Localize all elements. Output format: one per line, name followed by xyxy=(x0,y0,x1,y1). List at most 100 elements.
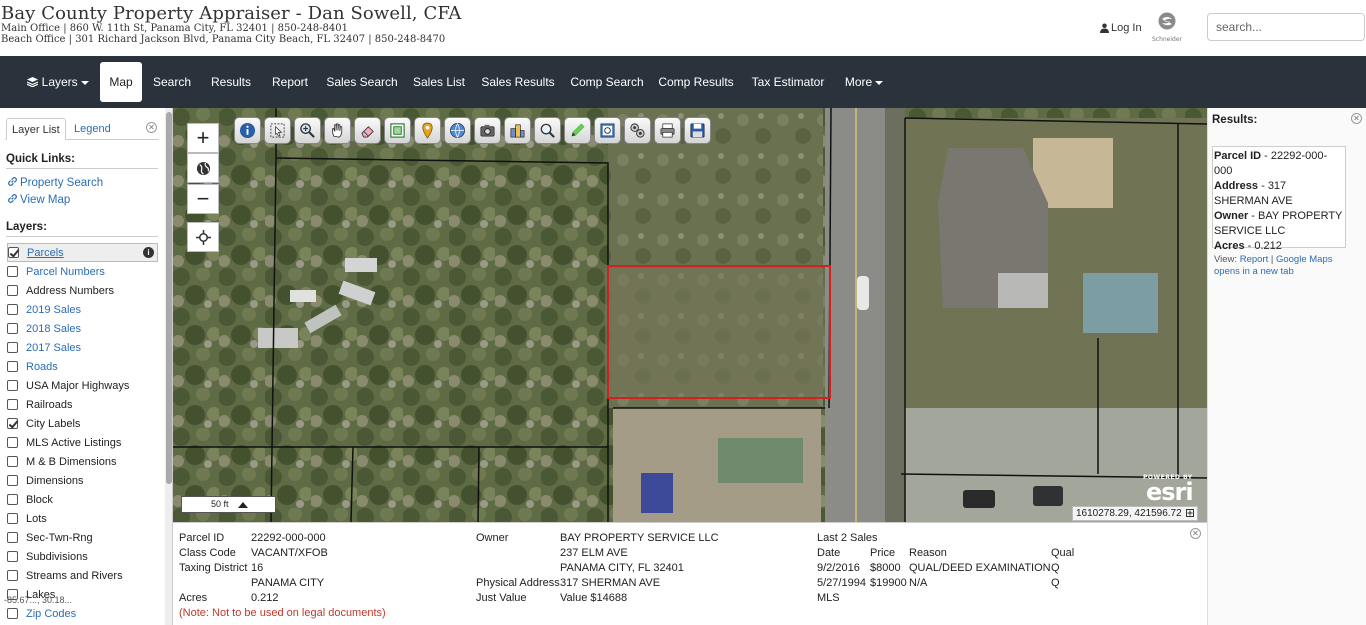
camera-tool-button[interactable] xyxy=(474,117,501,144)
layer-item[interactable]: City Labels xyxy=(7,414,158,433)
layer-checkbox[interactable] xyxy=(7,551,18,562)
property-search-link[interactable]: Property Search xyxy=(7,176,103,189)
expand-icon[interactable] xyxy=(1186,509,1195,517)
layer-item[interactable]: MLS Active Listings xyxy=(7,433,158,452)
nav-search[interactable]: Search xyxy=(150,56,194,108)
layer-checkbox[interactable] xyxy=(8,247,19,258)
result-card[interactable]: Parcel ID - 22292-000-000 Address - 317 … xyxy=(1212,146,1346,277)
login-link[interactable]: Log In xyxy=(1100,22,1142,34)
locate-button[interactable] xyxy=(187,222,219,252)
layer-checkbox[interactable] xyxy=(7,532,18,543)
nav-comp-results[interactable]: Comp Results xyxy=(657,56,735,108)
nav-layers-dropdown[interactable]: Layers xyxy=(22,56,94,108)
select-tool-button[interactable] xyxy=(264,117,291,144)
info-tool-button[interactable] xyxy=(234,117,261,144)
layer-checkbox[interactable] xyxy=(7,456,18,467)
print-preview-tool-button[interactable] xyxy=(594,117,621,144)
layer-checkbox[interactable] xyxy=(7,323,18,334)
layer-item[interactable]: Railroads xyxy=(7,395,158,414)
layer-item[interactable]: Dimensions xyxy=(7,471,158,490)
layer-checkbox[interactable] xyxy=(7,304,18,315)
search-tool-tool-button[interactable] xyxy=(534,117,561,144)
layer-item[interactable]: M & B Dimensions xyxy=(7,452,158,471)
layer-checkbox[interactable] xyxy=(7,608,18,619)
layer-checkbox[interactable] xyxy=(7,285,18,296)
map-view[interactable]: + − 50 ft POWERED BY esri 1610278.29, 42… xyxy=(173,108,1207,522)
print-icon xyxy=(660,123,675,138)
layer-checkbox[interactable] xyxy=(7,570,18,581)
buildings-tool-button[interactable] xyxy=(504,117,531,144)
close-results-icon[interactable]: ✕ xyxy=(1351,113,1362,124)
save-tool-button[interactable] xyxy=(684,117,711,144)
zoom-out-button[interactable]: − xyxy=(187,184,219,214)
zoom-in-button[interactable]: + xyxy=(187,123,219,153)
nav-map[interactable]: Map xyxy=(100,62,142,102)
layer-item[interactable]: Subdivisions xyxy=(7,547,158,566)
layer-item[interactable]: 2017 Sales xyxy=(7,338,158,357)
layer-item[interactable]: Roads xyxy=(7,357,158,376)
layer-panel-scrollbar[interactable] xyxy=(165,108,172,625)
nav-sales-search[interactable]: Sales Search xyxy=(326,56,398,108)
layer-item[interactable]: Streams and Rivers xyxy=(7,566,158,585)
layer-checkbox[interactable] xyxy=(7,494,18,505)
measure-tool-button[interactable] xyxy=(624,117,651,144)
tab-layer-list[interactable]: Layer List xyxy=(6,118,66,140)
layer-checkbox[interactable] xyxy=(7,418,18,429)
pan-icon xyxy=(332,123,343,138)
layer-checkbox[interactable] xyxy=(7,513,18,524)
layer-item[interactable]: Address Numbers xyxy=(7,281,158,300)
scrollbar-thumb[interactable] xyxy=(166,112,172,484)
layer-checkbox[interactable] xyxy=(7,361,18,372)
layer-info-icon[interactable]: i xyxy=(143,247,154,258)
close-info-icon[interactable]: ✕ xyxy=(1190,528,1201,539)
layer-item[interactable]: Parcels i xyxy=(7,243,158,262)
home-extent-button[interactable] xyxy=(187,153,219,183)
eraser-tool-button[interactable] xyxy=(354,117,381,144)
layer-label: Lots xyxy=(26,512,47,525)
print-tool-button[interactable] xyxy=(654,117,681,144)
view-map-link[interactable]: View Map xyxy=(7,193,70,206)
nav-tax-estimator[interactable]: Tax Estimator xyxy=(748,56,828,108)
pin-tool-button[interactable] xyxy=(414,117,441,144)
globe-tool-button[interactable] xyxy=(444,117,471,144)
layer-item[interactable]: Block xyxy=(7,490,158,509)
nav-more-dropdown[interactable]: More xyxy=(840,56,888,108)
layer-item[interactable]: Parcel Numbers xyxy=(7,262,158,281)
tab-legend[interactable]: Legend xyxy=(69,118,116,140)
extent-tool-button[interactable] xyxy=(384,117,411,144)
label-reason: Reason xyxy=(909,547,947,559)
layer-checkbox[interactable] xyxy=(7,399,18,410)
layer-item[interactable]: Zip Codes xyxy=(7,604,158,623)
layer-checkbox[interactable] xyxy=(7,475,18,486)
overlay-coords: -85.67..., 30.18... xyxy=(4,595,73,605)
nav-sales-list[interactable]: Sales List xyxy=(410,56,468,108)
layer-checkbox[interactable] xyxy=(7,342,18,353)
result-acres-value: 0.212 xyxy=(1254,240,1282,252)
value-class-code: VACANT/XFOB xyxy=(251,547,328,559)
layer-label: Subdivisions xyxy=(26,550,88,563)
layer-item[interactable]: Lots xyxy=(7,509,158,528)
result-address-label: Address xyxy=(1214,180,1259,192)
nav-sales-results[interactable]: Sales Results xyxy=(481,56,555,108)
user-icon xyxy=(1100,23,1109,33)
layer-checkbox[interactable] xyxy=(7,437,18,448)
pencil-tool-button[interactable] xyxy=(564,117,591,144)
sale-2-reason: N/A xyxy=(909,577,928,589)
search-input[interactable] xyxy=(1207,13,1365,41)
nav-comp-search[interactable]: Comp Search xyxy=(568,56,646,108)
layer-item[interactable]: 2018 Sales xyxy=(7,319,158,338)
close-panel-icon[interactable]: ✕ xyxy=(146,122,157,133)
report-link[interactable]: Report xyxy=(1240,254,1269,265)
layer-item[interactable]: USA Major Highways xyxy=(7,376,158,395)
pan-tool-button[interactable] xyxy=(324,117,351,144)
nav-results[interactable]: Results xyxy=(207,56,255,108)
result-parcel-label: Parcel ID xyxy=(1214,150,1262,162)
nav-report[interactable]: Report xyxy=(267,56,313,108)
info-icon xyxy=(239,122,256,139)
chevron-down-icon xyxy=(875,80,884,85)
layer-checkbox[interactable] xyxy=(7,380,18,391)
zoom-in-tool-tool-button[interactable] xyxy=(294,117,321,144)
layer-item[interactable]: 2019 Sales xyxy=(7,300,158,319)
layer-item[interactable]: Sec-Twn-Rng xyxy=(7,528,158,547)
layer-checkbox[interactable] xyxy=(7,266,18,277)
